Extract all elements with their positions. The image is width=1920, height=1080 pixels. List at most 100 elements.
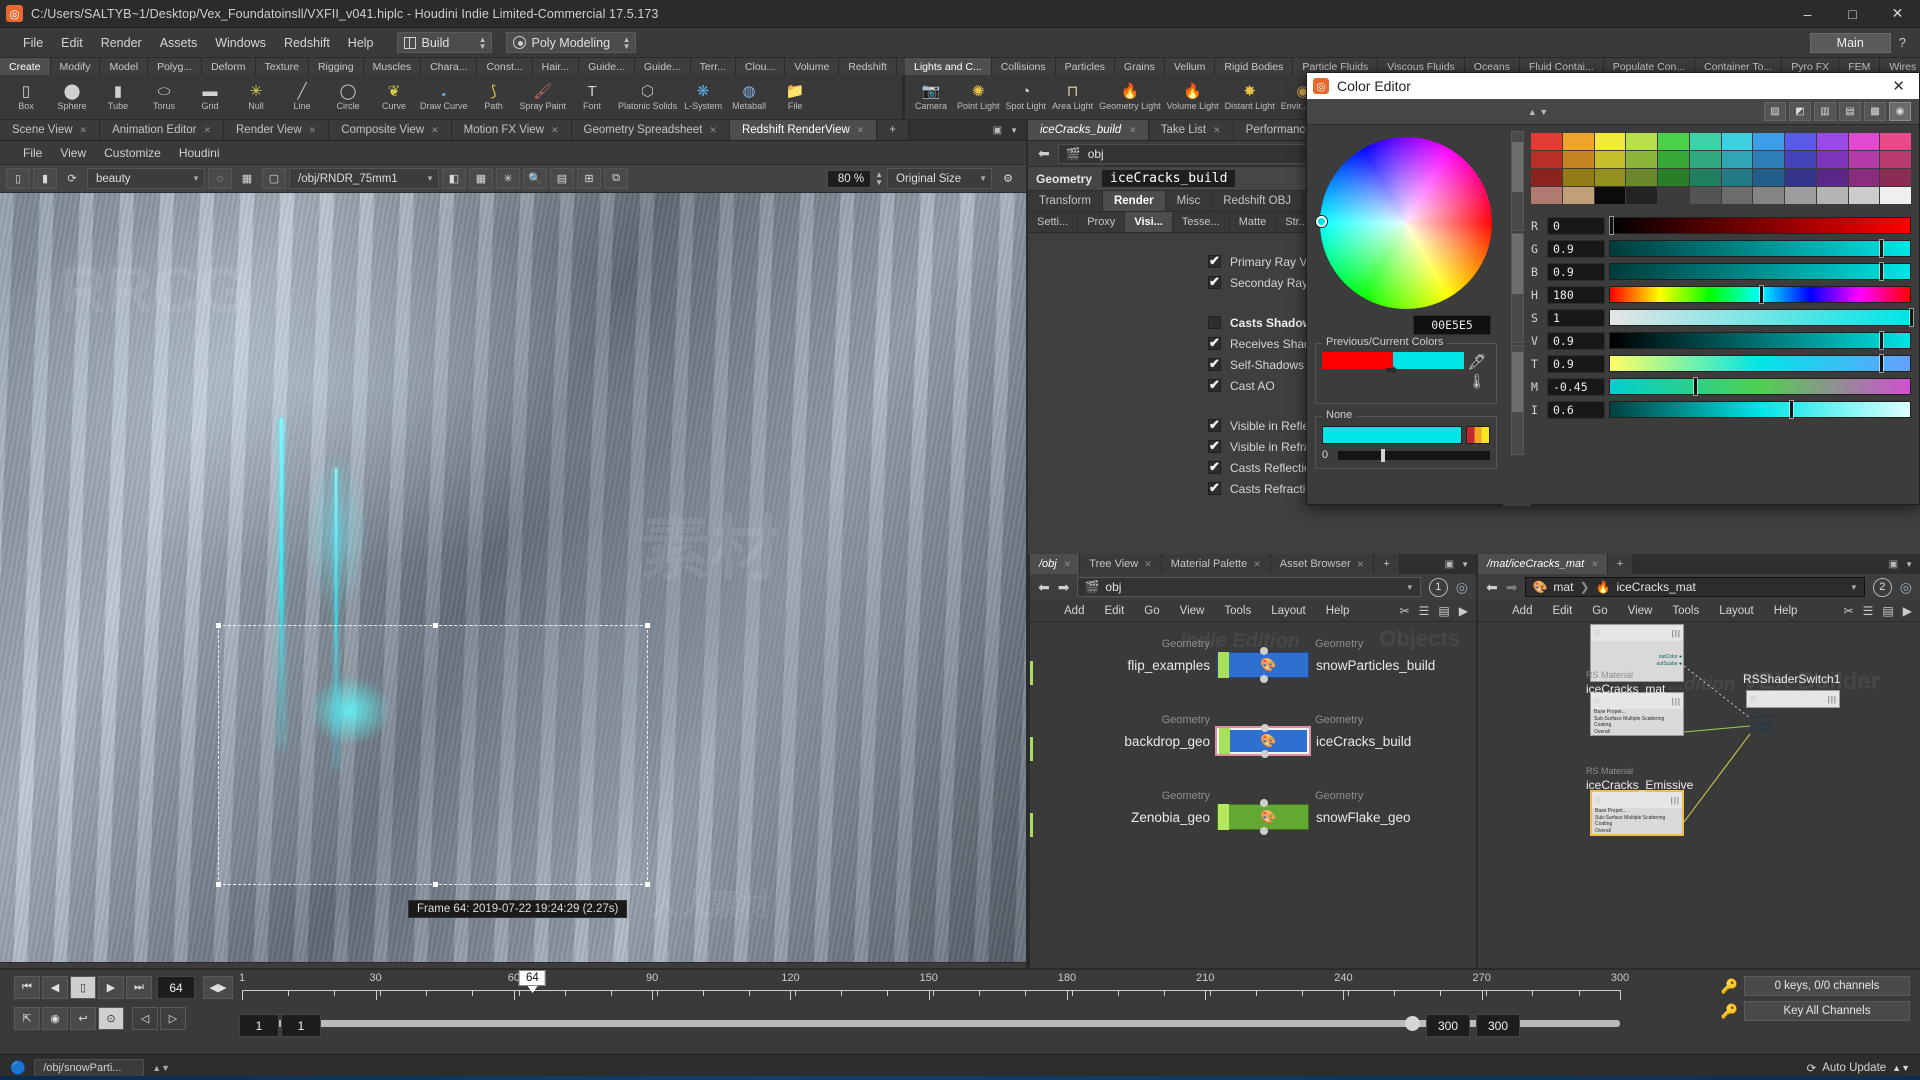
expand-icon[interactable]: ▶ xyxy=(1903,604,1912,618)
play-reverse-icon[interactable]: ◀ xyxy=(42,976,68,999)
color-slider-knob[interactable] xyxy=(1610,217,1613,234)
minimize-button[interactable]: – xyxy=(1785,0,1830,27)
eyedropper-icon[interactable]: 🖋 xyxy=(1467,353,1486,371)
jump-start-icon[interactable]: ⏮ xyxy=(14,976,40,999)
color-swatch[interactable] xyxy=(1722,169,1753,186)
param-tab-misc[interactable]: Misc xyxy=(1166,191,1213,211)
obj-menu-go[interactable]: Go xyxy=(1134,603,1169,619)
key-mode-icon[interactable]: ⊙ xyxy=(98,1007,124,1030)
color-swatch[interactable] xyxy=(1595,169,1626,186)
range-end-field2[interactable]: 300 xyxy=(1476,1014,1520,1037)
shelf-tool-font[interactable]: TFont xyxy=(569,82,615,112)
checkbox-primary-ray-visible[interactable] xyxy=(1208,255,1221,268)
shelf-tool-file[interactable]: 📁File xyxy=(772,82,818,112)
obj-node-partial[interactable] xyxy=(1030,660,1034,686)
obj-node-label-left[interactable]: Zenobia_geo xyxy=(1060,810,1210,825)
parameter-tab-take-list[interactable]: Take List✕ xyxy=(1149,120,1234,140)
param-tab-render[interactable]: Render xyxy=(1103,191,1166,211)
stop-icon[interactable]: ▯ xyxy=(70,976,96,999)
mat-net-add-tab[interactable]: + xyxy=(1608,554,1633,574)
mat-node-icecracks-mat[interactable]: ⚙|||Base Propet...Sub-Surface Multiple S… xyxy=(1590,692,1684,736)
vp-menu-view[interactable]: View xyxy=(51,144,95,162)
color-slider-value[interactable]: 0.6 xyxy=(1547,401,1605,419)
mat-breadcrumb-mat[interactable]: mat xyxy=(1553,580,1573,594)
select-mode-icon[interactable]: ⇱ xyxy=(14,1007,40,1030)
swatch-pair[interactable]: ⇨ xyxy=(1322,352,1464,369)
jump-end-icon[interactable]: ⏭ xyxy=(126,976,152,999)
scissors-icon[interactable]: ✂ xyxy=(1400,604,1410,618)
zoom-stepper-icon[interactable]: ▲▼ xyxy=(875,171,883,187)
obj-node-label-left[interactable]: flip_examples xyxy=(1060,658,1210,673)
render-canvas[interactable]: Frame 64: 2019-07-22 19:24:29 (2.27s) RR… xyxy=(0,193,1026,962)
shelf-tab-muscles[interactable]: Muscles xyxy=(364,58,422,75)
color-swatch[interactable] xyxy=(1880,169,1911,186)
color-slider-value[interactable]: 1 xyxy=(1547,309,1605,327)
maximize-button[interactable]: □ xyxy=(1830,0,1875,27)
render-region-selection[interactable] xyxy=(218,625,648,885)
expand-icon[interactable]: ▶ xyxy=(1459,604,1468,618)
render-start-icon[interactable]: ▯ xyxy=(6,168,30,189)
notes-icon[interactable]: ▤ xyxy=(1882,604,1893,618)
mat-node-rsshaderswitch1[interactable]: ⚙||| xyxy=(1746,690,1840,708)
color-swatch[interactable] xyxy=(1626,133,1657,150)
shelf-tab-create[interactable]: Create xyxy=(0,58,51,75)
obj-pane-badge[interactable]: 1 xyxy=(1429,578,1448,597)
mat-node-label[interactable]: iceCracks_mat xyxy=(1586,682,1665,696)
shelf-tab-terr[interactable]: Terr... xyxy=(691,58,736,75)
obj-menu-view[interactable]: View xyxy=(1170,603,1215,619)
shelf-tab-texture[interactable]: Texture xyxy=(256,58,309,75)
mat-menu-help[interactable]: Help xyxy=(1764,603,1808,619)
viewport-add-tab-button[interactable]: + xyxy=(877,120,909,140)
ramp-icon[interactable]: ▥ xyxy=(1814,102,1836,121)
back-arrow-icon[interactable]: ⬅ xyxy=(1038,145,1050,162)
color-swatch[interactable] xyxy=(1626,169,1657,186)
viewport-tab-motion-fx-view[interactable]: Motion FX View✕ xyxy=(452,120,572,140)
color-slider-track[interactable] xyxy=(1609,286,1911,303)
shelf-tab-chara[interactable]: Chara... xyxy=(421,58,477,75)
shelf-tool-l-system[interactable]: ❋L-System xyxy=(680,82,726,112)
vp-menu-houdini[interactable]: Houdini xyxy=(170,144,229,162)
mat-node-label[interactable]: RSShaderSwitch1 xyxy=(1743,672,1840,686)
slider-scrollbar-1[interactable] xyxy=(1511,233,1524,343)
auto-update-control[interactable]: ⟳ Auto Update ▲▼ xyxy=(1807,1061,1910,1075)
color-swatch[interactable] xyxy=(1531,187,1562,204)
checkbox-receives-shadows[interactable] xyxy=(1208,337,1221,350)
color-swatch[interactable] xyxy=(1563,169,1594,186)
menu-render[interactable]: Render xyxy=(92,32,151,54)
status-node-path[interactable]: /obj/snowParti... xyxy=(34,1059,144,1077)
color-swatch[interactable] xyxy=(1690,169,1721,186)
obj-node-label-left[interactable]: backdrop_geo xyxy=(1060,734,1210,749)
undo-mode-icon[interactable]: ↩ xyxy=(70,1007,96,1030)
color-slider-b[interactable]: B0.9 xyxy=(1531,262,1911,281)
color-swatch[interactable] xyxy=(1753,151,1784,168)
color-swatch[interactable] xyxy=(1658,169,1689,186)
mat-menu-edit[interactable]: Edit xyxy=(1542,603,1582,619)
shelf-tool-line[interactable]: ╱Line xyxy=(279,82,325,112)
color-swatch[interactable] xyxy=(1531,151,1562,168)
color-editor-dialog[interactable]: ◎ Color Editor ✕ ▲ ▼ ▨ ◩ ▥ ▤ ▩ ◉ 00E5E5 … xyxy=(1306,72,1920,505)
shelf-tool-volume-light[interactable]: 🔥Volume Light xyxy=(1164,82,1222,112)
picker-active-icon[interactable]: ◉ xyxy=(1889,102,1911,121)
color-slider-knob[interactable] xyxy=(1880,332,1883,349)
color-sampler-icon[interactable]: 🌡 xyxy=(1468,373,1486,390)
render-pause-icon[interactable]: ▮ xyxy=(33,168,57,189)
shelf-tool-spot-light[interactable]: ◔Spot Light xyxy=(1003,82,1050,112)
color-swatch[interactable] xyxy=(1595,133,1626,150)
color-slider-value[interactable]: 0 xyxy=(1547,217,1605,235)
viewport-tab-redshift-renderview[interactable]: Redshift RenderView✕ xyxy=(730,120,877,140)
color-swatch[interactable] xyxy=(1531,133,1562,150)
viewport-mode-selector[interactable]: Poly Modeling ▲▼ xyxy=(506,32,636,53)
shelf-tool-camera[interactable]: 📷Camera xyxy=(908,82,954,112)
alpha-knob[interactable] xyxy=(1381,449,1385,462)
camera-selector[interactable]: /obj/RNDR_75mm1 ▼ xyxy=(289,168,439,189)
pixel-grid-icon[interactable]: ▦ xyxy=(469,168,493,189)
obj-net-tab-tree-view[interactable]: Tree View✕ xyxy=(1080,554,1161,574)
param-subtab-tesse...[interactable]: Tesse... xyxy=(1173,212,1230,232)
close-icon[interactable]: ✕ xyxy=(709,125,717,136)
shelf-tool-sphere[interactable]: ⬤Sphere xyxy=(49,82,95,112)
color-swatch[interactable] xyxy=(1817,151,1848,168)
node-name-field[interactable]: iceCracks_build xyxy=(1102,170,1235,187)
obj-menu-layout[interactable]: Layout xyxy=(1261,603,1316,619)
slider-scrollbar-2[interactable] xyxy=(1511,345,1524,455)
swatch-icon[interactable]: ▩ xyxy=(1864,102,1886,121)
